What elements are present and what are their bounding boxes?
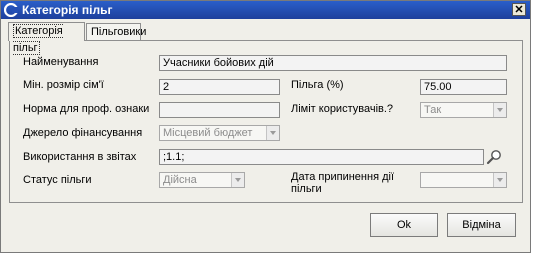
benefit-status-select[interactable]: Дійсна bbox=[159, 172, 245, 188]
funding-source-value: Місцевий бюджет bbox=[163, 127, 253, 139]
funding-source-select[interactable]: Місцевий бюджет bbox=[159, 125, 280, 141]
close-icon: ✕ bbox=[514, 4, 524, 16]
title-bar: Категорія пільг ✕ bbox=[1, 1, 530, 19]
magnifier-icon[interactable] bbox=[486, 149, 504, 165]
norm-field[interactable] bbox=[159, 102, 280, 118]
end-date-label-line1: Дата припинення дії bbox=[291, 171, 395, 183]
tab-beneficiaries-label: Пільговики bbox=[91, 26, 147, 38]
dialog-window: Категорія пільг ✕ Категорія пільг Пільго… bbox=[0, 0, 531, 253]
benefit-status-label: Статус пільги bbox=[23, 174, 92, 186]
funding-source-label: Джерело фінансування bbox=[23, 127, 143, 139]
reports-usage-field[interactable]: ;1.1; bbox=[159, 149, 484, 165]
close-button[interactable]: ✕ bbox=[512, 3, 526, 16]
benefit-percent-field[interactable]: 75.00 bbox=[420, 79, 507, 95]
min-family-field[interactable]: 2 bbox=[159, 79, 280, 95]
chevron-down-icon[interactable] bbox=[493, 173, 506, 187]
norm-label: Норма для проф. ознаки bbox=[23, 103, 150, 115]
cancel-button[interactable]: Відміна bbox=[447, 213, 516, 237]
benefit-percent-label: Пільга (%) bbox=[291, 79, 344, 91]
end-date-select[interactable] bbox=[420, 172, 507, 188]
name-field[interactable]: Учасники бойових дій bbox=[159, 55, 507, 71]
min-family-label: Мін. розмір сім'ї bbox=[23, 79, 104, 91]
user-limit-label: Ліміт користувачів.? bbox=[291, 103, 394, 115]
tab-benefit-category[interactable]: Категорія пільг bbox=[8, 22, 85, 55]
tab-beneficiaries[interactable]: Пільговики bbox=[86, 23, 146, 40]
ok-button[interactable]: Ok bbox=[370, 213, 438, 237]
reports-usage-label: Використання в звітах bbox=[23, 151, 137, 163]
end-date-label: Дата припинення дії пільги bbox=[291, 171, 394, 195]
end-date-label-line2: пільги bbox=[291, 183, 322, 195]
name-label: Найменування bbox=[23, 56, 99, 68]
chevron-down-icon[interactable] bbox=[266, 126, 279, 140]
benefit-status-value: Дійсна bbox=[163, 174, 197, 186]
chevron-down-icon[interactable] bbox=[231, 173, 244, 187]
chevron-down-icon[interactable] bbox=[493, 103, 506, 117]
user-limit-select[interactable]: Так bbox=[420, 102, 507, 118]
app-logo-icon bbox=[4, 3, 18, 17]
user-limit-value: Так bbox=[424, 104, 442, 116]
window-title: Категорія пільг bbox=[22, 3, 113, 17]
